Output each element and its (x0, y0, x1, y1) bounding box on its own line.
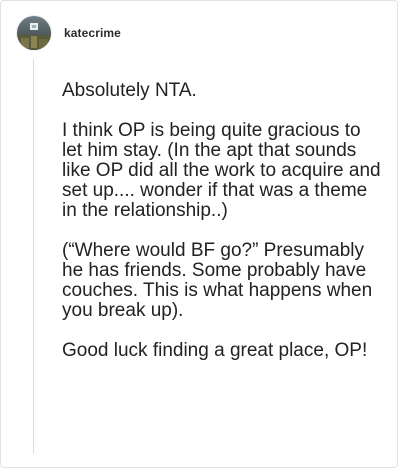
avatar[interactable] (17, 16, 51, 50)
avatar-icon (17, 16, 51, 50)
comment-card: katecrime Absolutely NTA. I think OP is … (0, 0, 398, 468)
comment-paragraph: (“Where would BF go?” Presumably he has … (62, 240, 373, 321)
comment-header: katecrime (17, 15, 121, 51)
comment-paragraph: I think OP is being quite gracious to le… (62, 120, 381, 221)
thread-line (33, 59, 34, 454)
comment-paragraph: Good luck finding a great place, OP! (62, 340, 368, 361)
username[interactable]: katecrime (64, 26, 121, 40)
comment-body: Absolutely NTA. I think OP is being quit… (62, 81, 384, 381)
comment-paragraph: Absolutely NTA. (62, 80, 197, 101)
